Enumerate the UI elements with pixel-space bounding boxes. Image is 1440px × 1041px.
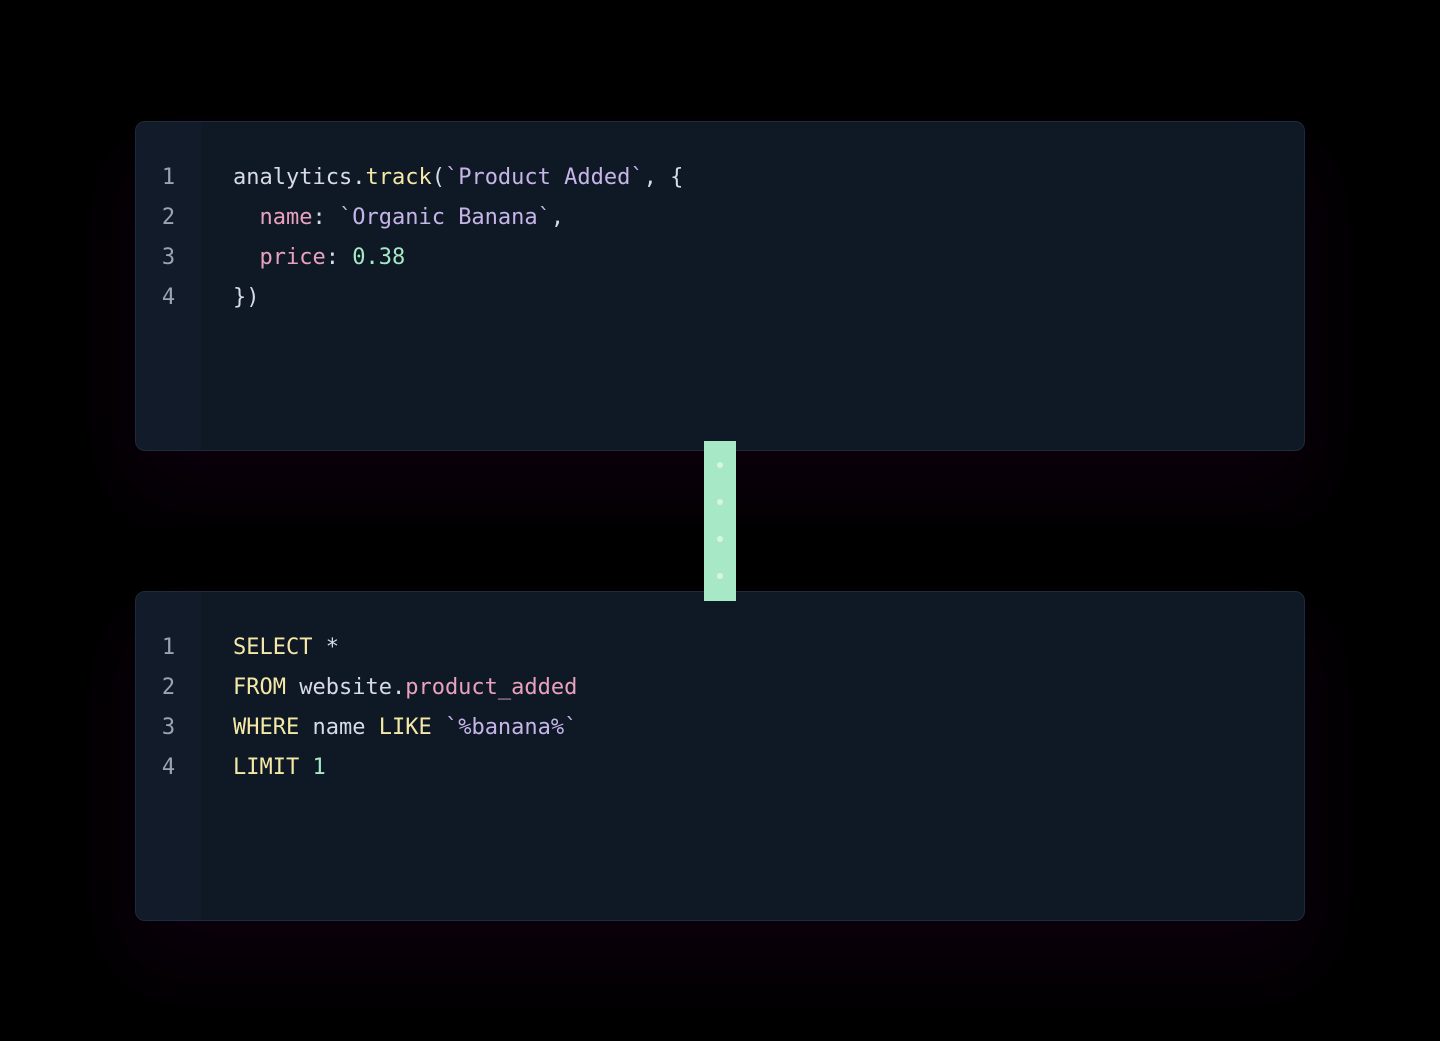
code-token (233, 205, 260, 230)
code-token: FROM (233, 675, 286, 700)
code-token: name (260, 205, 313, 230)
code-token: name (299, 715, 378, 740)
code-line: LIMIT 1 (233, 748, 577, 788)
code-line: analytics.track(`Product Added`, { (233, 158, 683, 198)
code-token: 1 (312, 755, 325, 780)
line-number-gutter: 1234 (136, 592, 201, 920)
code-token: product_added (405, 675, 577, 700)
code-token: `%banana%` (445, 715, 577, 740)
line-number: 1 (162, 158, 175, 198)
code-token: website (286, 675, 392, 700)
line-number: 3 (162, 708, 175, 748)
code-line: WHERE name LIKE `%banana%` (233, 708, 577, 748)
code-block-js: 1234 analytics.track(`Product Added`, { … (135, 121, 1305, 451)
diagram-container: 1234 analytics.track(`Product Added`, { … (85, 121, 1355, 921)
code-line: }) (233, 278, 683, 318)
code-token: : (312, 205, 339, 230)
code-token: . (352, 165, 365, 190)
code-token: , (551, 205, 564, 230)
connector-dot (717, 462, 723, 468)
line-number: 2 (162, 198, 175, 238)
code-line: FROM website.product_added (233, 668, 577, 708)
code-token: : (326, 245, 353, 270)
code-line: SELECT * (233, 628, 577, 668)
code-token: ( (432, 165, 445, 190)
code-token (432, 715, 445, 740)
code-token: * (312, 635, 339, 660)
code-area-js: analytics.track(`Product Added`, { name:… (201, 122, 683, 450)
line-number: 4 (162, 748, 175, 788)
connector-dot (717, 573, 723, 579)
code-token: LIMIT (233, 755, 299, 780)
code-token: track (365, 165, 431, 190)
connector-pipe (704, 441, 736, 601)
code-token: `Product Added` (445, 165, 644, 190)
code-token: WHERE (233, 715, 299, 740)
code-token: 0.38 (352, 245, 405, 270)
code-token: price (260, 245, 326, 270)
connector-dot (717, 536, 723, 542)
code-token: `Organic Banana` (339, 205, 551, 230)
connector-dot (717, 499, 723, 505)
code-token: analytics (233, 165, 352, 190)
code-line: price: 0.38 (233, 238, 683, 278)
code-token (233, 245, 260, 270)
code-token: LIKE (379, 715, 432, 740)
line-number: 2 (162, 668, 175, 708)
code-token: , { (644, 165, 684, 190)
code-block-sql: 1234 SELECT *FROM website.product_addedW… (135, 591, 1305, 921)
line-number: 3 (162, 238, 175, 278)
code-token: SELECT (233, 635, 312, 660)
line-number-gutter: 1234 (136, 122, 201, 450)
code-token: }) (233, 285, 260, 310)
code-area-sql: SELECT *FROM website.product_addedWHERE … (201, 592, 577, 920)
code-token: . (392, 675, 405, 700)
code-line: name: `Organic Banana`, (233, 198, 683, 238)
line-number: 4 (162, 278, 175, 318)
line-number: 1 (162, 628, 175, 668)
code-token (299, 755, 312, 780)
